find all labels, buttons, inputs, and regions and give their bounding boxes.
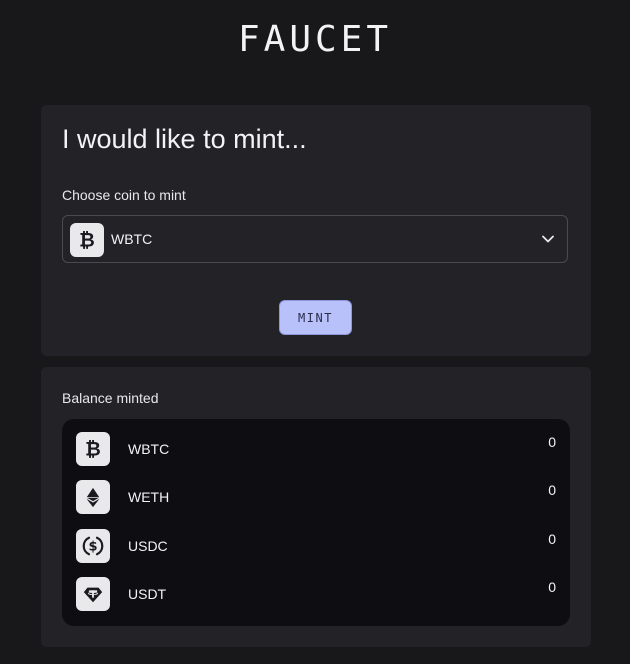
coin-amount: 0 xyxy=(548,531,556,547)
faucet-page: FAUCET I would like to mint... Choose co… xyxy=(0,0,630,664)
mint-button[interactable]: MINT xyxy=(279,300,352,335)
balance-minted-label: Balance minted xyxy=(62,390,159,406)
ethereum-icon xyxy=(76,480,110,514)
svg-text:$: $ xyxy=(88,540,97,555)
coin-name: USDC xyxy=(128,538,168,554)
mint-panel: I would like to mint... Choose coin to m… xyxy=(41,105,591,356)
mint-title: I would like to mint... xyxy=(62,124,307,154)
selected-coin: WBTC xyxy=(111,231,153,247)
tether-icon xyxy=(76,577,110,611)
coin-name: WETH xyxy=(128,489,170,505)
chevron-down-icon xyxy=(541,232,555,246)
coin-name: USDT xyxy=(128,586,167,602)
usdc-icon: $ xyxy=(76,529,110,563)
balance-row-usdc: $ USDC 0 xyxy=(62,529,570,577)
coin-name: WBTC xyxy=(128,441,170,457)
balance-row-wbtc: ₿ WBTC 0 xyxy=(62,432,570,480)
balance-list: ₿ WBTC 0 WETH 0 $ USDC 0 USDT 0 xyxy=(62,419,570,626)
coin-amount: 0 xyxy=(548,482,556,498)
balance-panel: Balance minted ₿ WBTC 0 WETH 0 $ USDC 0 … xyxy=(41,367,591,647)
bitcoin-icon: ₿ xyxy=(76,432,110,466)
bitcoin-icon: ₿ xyxy=(70,223,104,257)
svg-text:₿: ₿ xyxy=(79,229,95,251)
balance-row-usdt: USDT 0 xyxy=(62,577,570,625)
coin-amount: 0 xyxy=(548,579,556,595)
choose-coin-label: Choose coin to mint xyxy=(62,187,186,203)
coin-amount: 0 xyxy=(548,434,556,450)
balance-row-weth: WETH 0 xyxy=(62,480,570,528)
coin-select[interactable]: ₿ WBTC xyxy=(62,215,568,263)
app-logo: FAUCET xyxy=(237,19,393,60)
svg-text:₿: ₿ xyxy=(85,438,101,460)
